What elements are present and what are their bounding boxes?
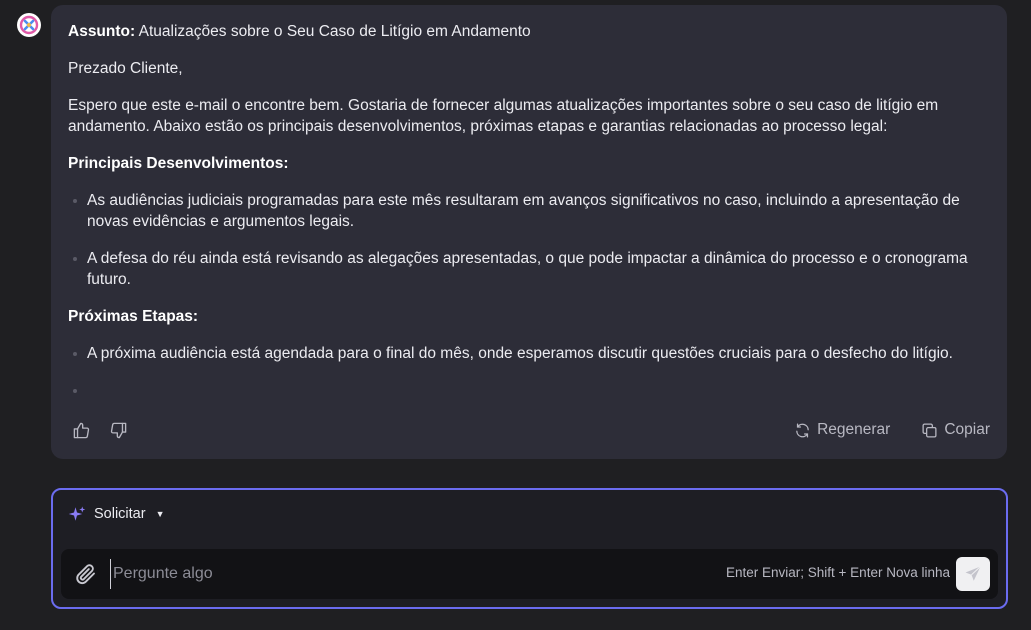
input-row: Enter Enviar; Shift + Enter Nova linha — [61, 549, 998, 599]
send-icon — [965, 566, 981, 581]
list-item: As audiências judiciais programadas para… — [73, 190, 990, 232]
like-button[interactable] — [68, 417, 94, 443]
caret-down-icon: ▼ — [155, 509, 165, 519]
copy-button[interactable]: Copiar — [921, 421, 990, 439]
section-heading-developments: Principais Desenvolvimentos: — [68, 155, 289, 172]
query-input[interactable] — [110, 559, 715, 589]
app-logo-icon — [17, 13, 41, 37]
message-body: Assunto: Atualizações sobre o Seu Caso d… — [68, 21, 990, 401]
email-intro: Espero que este e-mail o encontre bem. G… — [68, 97, 939, 135]
send-button[interactable] — [956, 557, 990, 591]
list-item: A próxima audiência está agendada para o… — [73, 343, 990, 364]
dislike-button[interactable] — [105, 417, 131, 443]
paperclip-icon — [76, 564, 95, 585]
sparkle-icon — [68, 506, 86, 521]
composer: Solicitar ▼ Enter Enviar; Shift + Enter … — [51, 488, 1008, 609]
subject-label: Assunto: — [68, 23, 136, 40]
refresh-icon — [796, 422, 809, 438]
subject-text: Atualizações sobre o Seu Caso de Litígio… — [135, 23, 531, 40]
copy-icon — [922, 422, 937, 438]
prompt-select-label: Solicitar — [94, 506, 146, 522]
section-heading-next-steps: Próximas Etapas: — [68, 308, 199, 325]
attach-button[interactable] — [74, 562, 98, 586]
empty-list-item — [73, 380, 990, 401]
email-subject: Assunto: Atualizações sobre o Seu Caso d… — [68, 21, 990, 42]
regenerate-button[interactable]: Regenerar — [794, 421, 890, 439]
thumbs-down-icon — [110, 422, 126, 438]
message-actions: Regenerar Copiar — [68, 415, 990, 445]
email-greeting: Prezado Cliente, — [68, 60, 183, 77]
prompt-select-dropdown[interactable]: Solicitar ▼ — [68, 505, 165, 523]
developments-list: As audiências judiciais programadas para… — [68, 190, 990, 290]
list-item: A defesa do réu ainda está revisando as … — [73, 248, 990, 290]
assistant-message: Assunto: Atualizações sobre o Seu Caso d… — [51, 5, 1007, 459]
keyboard-hint: Enter Enviar; Shift + Enter Nova linha — [726, 565, 950, 580]
regenerate-label: Regenerar — [817, 421, 891, 438]
copy-label: Copiar — [944, 421, 990, 438]
thumbs-up-icon — [73, 422, 89, 438]
next-steps-list: A próxima audiência está agendada para o… — [68, 343, 990, 401]
